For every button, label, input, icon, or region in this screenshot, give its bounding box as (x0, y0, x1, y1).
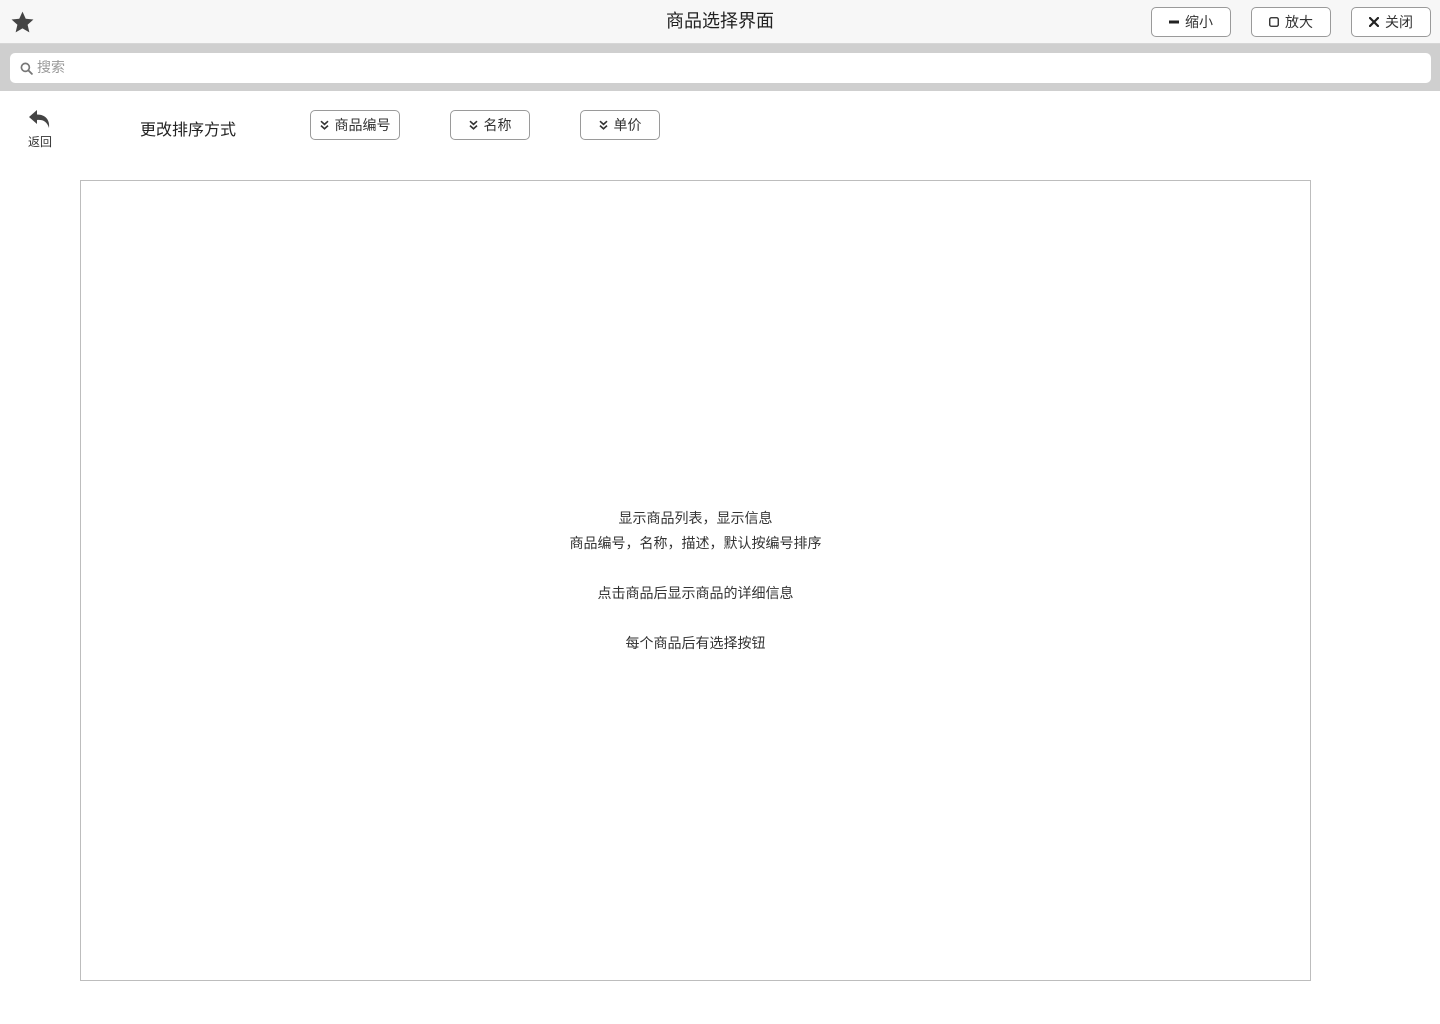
sort-by-id-button[interactable]: 商品编号 (310, 110, 400, 140)
back-button[interactable]: 返回 (22, 108, 58, 150)
minimize-label: 缩小 (1185, 15, 1213, 31)
sort-by-name-button[interactable]: 名称 (450, 110, 530, 140)
back-label: 返回 (27, 135, 52, 149)
product-list-panel: 显示商品列表，显示信息 商品编号，名称，描述，默认按编号排序 点击商品后显示商品… (80, 180, 1311, 981)
sort-by-name-label: 名称 (483, 118, 512, 134)
sort-by-price-button[interactable]: 单价 (580, 110, 660, 140)
sort-label: 更改排序方式 (140, 120, 237, 139)
list-note: 点击商品后显示商品的详细信息 (597, 586, 794, 602)
close-label: 关闭 (1385, 15, 1413, 31)
double-chevron-down-icon (468, 120, 478, 130)
maximize-label: 放大 (1285, 15, 1313, 31)
title-bar: 商品选择界面 缩小 放大 关闭 (0, 0, 1440, 44)
close-icon (1369, 17, 1379, 27)
double-chevron-down-icon (598, 120, 608, 130)
square-icon (1269, 17, 1279, 27)
close-button[interactable]: 关闭 (1351, 7, 1431, 37)
sort-by-id-label: 商品编号 (334, 118, 391, 134)
double-chevron-down-icon (319, 120, 329, 130)
search-box[interactable] (10, 53, 1431, 83)
list-note: 每个商品后有选择按钮 (625, 636, 766, 652)
list-note: 显示商品列表，显示信息 (618, 511, 773, 527)
undo-arrow-icon (29, 110, 50, 128)
search-bar (0, 44, 1440, 91)
list-note: 商品编号，名称，描述，默认按编号排序 (569, 536, 822, 552)
maximize-button[interactable]: 放大 (1251, 7, 1331, 37)
minus-icon (1169, 20, 1179, 24)
minimize-button[interactable]: 缩小 (1151, 7, 1231, 37)
search-input[interactable] (37, 60, 1397, 76)
sort-by-price-label: 单价 (613, 118, 642, 134)
search-icon (20, 62, 33, 75)
